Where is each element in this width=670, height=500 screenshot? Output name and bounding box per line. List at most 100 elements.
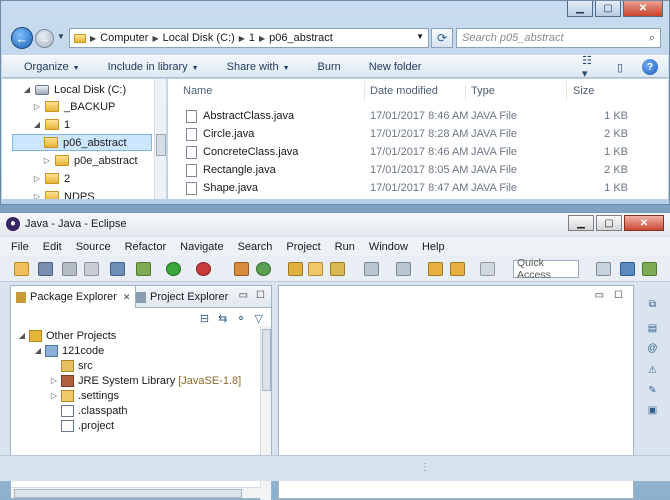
collapse-all-icon[interactable]: ⊟ bbox=[200, 312, 209, 325]
column-header-type[interactable]: Type bbox=[471, 85, 495, 97]
scrollbar-thumb[interactable] bbox=[156, 134, 166, 156]
minimize-button[interactable]: ▁ bbox=[568, 215, 594, 231]
menu-edit[interactable]: Edit bbox=[43, 241, 62, 253]
open-folder-icon[interactable] bbox=[308, 262, 323, 276]
maximize-button[interactable]: ▢ bbox=[595, 1, 621, 17]
tree-item-jre-system-library[interactable]: ▷ JRE System Library [JavaSE-1.8] bbox=[49, 373, 241, 388]
column-divider[interactable] bbox=[566, 81, 567, 101]
search-input[interactable]: Search p05_abstract ⌕ bbox=[456, 28, 661, 48]
forward-nav-icon[interactable] bbox=[480, 262, 495, 276]
print-icon[interactable] bbox=[84, 262, 99, 276]
file-row[interactable]: AbstractClass.java 17/01/2017 8:46 AM JA… bbox=[168, 107, 668, 125]
tab-package-explorer[interactable]: Package Explorer ✕ bbox=[11, 286, 137, 308]
tree-item-121code[interactable]: ◢ 121code bbox=[33, 343, 104, 358]
back-nav-icon[interactable] bbox=[450, 262, 465, 276]
address-dropdown-icon[interactable]: ▼ bbox=[416, 32, 424, 41]
tree-item-classpath[interactable]: .classpath bbox=[59, 403, 128, 418]
save-icon[interactable] bbox=[38, 262, 53, 276]
expand-arrow-icon[interactable]: ▷ bbox=[42, 156, 52, 165]
column-header-name[interactable]: Name bbox=[183, 85, 212, 97]
link-with-editor-icon[interactable]: ⇆ bbox=[218, 312, 227, 325]
navigation-scrollbar[interactable] bbox=[154, 79, 166, 199]
javadoc-icon[interactable]: ✎ bbox=[645, 383, 660, 397]
console-icon[interactable]: ▣ bbox=[645, 403, 660, 417]
external-tools-icon[interactable] bbox=[196, 262, 211, 276]
minimize-button[interactable]: ▁ bbox=[567, 1, 593, 17]
collapse-arrow-icon[interactable]: ◢ bbox=[33, 346, 43, 355]
expand-arrow-icon[interactable]: ▷ bbox=[32, 192, 42, 199]
search-tool-icon[interactable] bbox=[330, 262, 345, 276]
burn-button[interactable]: Burn bbox=[318, 61, 341, 73]
focus-icon[interactable]: ⚬ bbox=[236, 312, 245, 325]
breadcrumb-folder-1[interactable]: 1 bbox=[249, 32, 255, 44]
menu-run[interactable]: Run bbox=[335, 241, 355, 253]
menu-help[interactable]: Help bbox=[422, 241, 445, 253]
column-header-size[interactable]: Size bbox=[573, 85, 594, 97]
debug-perspective-icon[interactable] bbox=[642, 262, 657, 276]
new-icon[interactable] bbox=[14, 262, 29, 276]
menu-source[interactable]: Source bbox=[76, 241, 111, 253]
tree-item-other-projects[interactable]: ◢ Other Projects bbox=[17, 328, 116, 343]
expand-arrow-icon[interactable]: ▷ bbox=[32, 102, 42, 111]
menu-search[interactable]: Search bbox=[238, 241, 273, 253]
column-divider[interactable] bbox=[465, 81, 466, 101]
tree-item-settings[interactable]: ▷ .settings bbox=[49, 388, 119, 403]
maximize-view-icon[interactable]: ☐ bbox=[256, 290, 265, 301]
preview-pane-icon[interactable]: ▯ bbox=[612, 60, 628, 74]
breadcrumb-computer[interactable]: Computer bbox=[100, 32, 148, 44]
back-button[interactable]: ← bbox=[11, 27, 33, 49]
collapse-arrow-icon[interactable]: ◢ bbox=[22, 85, 32, 94]
open-perspective-icon[interactable] bbox=[596, 262, 611, 276]
scrollbar-thumb[interactable] bbox=[14, 489, 242, 498]
address-bar[interactable]: ▶ Computer ▶ Local Disk (C:) ▶ 1 ▶ p06_a… bbox=[69, 28, 429, 48]
maximize-editor-icon[interactable]: ☐ bbox=[614, 290, 623, 301]
run-icon[interactable] bbox=[166, 262, 181, 276]
include-in-library-button[interactable]: Include in library ▼ bbox=[108, 61, 199, 73]
new-java-package-icon[interactable] bbox=[234, 262, 249, 276]
last-edit-icon[interactable] bbox=[428, 262, 443, 276]
previous-annotation-icon[interactable] bbox=[396, 262, 411, 276]
outline-icon[interactable]: @ bbox=[645, 341, 660, 355]
tree-item-local-disk[interactable]: ◢ Local Disk (C:) bbox=[22, 81, 126, 98]
menu-navigate[interactable]: Navigate bbox=[180, 241, 223, 253]
recent-pages-dropdown[interactable]: ▼ bbox=[57, 32, 65, 41]
toggle-breadcrumb-icon[interactable] bbox=[110, 262, 125, 276]
new-folder-button[interactable]: New folder bbox=[369, 61, 422, 73]
horizontal-scrollbar[interactable] bbox=[11, 487, 261, 498]
expand-arrow-icon[interactable]: ▷ bbox=[49, 376, 59, 385]
java-perspective-icon[interactable] bbox=[620, 262, 635, 276]
view-menu-icon[interactable]: ▽ bbox=[255, 312, 263, 325]
column-header-date[interactable]: Date modified bbox=[370, 85, 438, 97]
expand-arrow-icon[interactable]: ▷ bbox=[49, 391, 59, 400]
quick-access-input[interactable]: Quick Access bbox=[513, 257, 579, 281]
close-tab-icon[interactable]: ✕ bbox=[123, 292, 131, 303]
save-all-icon[interactable] bbox=[62, 262, 77, 276]
breadcrumb-current-folder[interactable]: p06_abstract bbox=[269, 32, 333, 44]
close-button[interactable]: ✕ bbox=[624, 215, 664, 231]
minimize-editor-icon[interactable]: ▭ bbox=[595, 290, 604, 301]
minimize-view-icon[interactable]: ▭ bbox=[239, 290, 248, 301]
tree-item-project[interactable]: .project bbox=[59, 418, 114, 433]
close-button[interactable]: ✕ bbox=[623, 1, 663, 17]
next-annotation-icon[interactable] bbox=[364, 262, 379, 276]
file-row[interactable]: Shape.java 17/01/2017 8:47 AM JAVA File … bbox=[168, 179, 668, 197]
organize-button[interactable]: Organize ▼ bbox=[24, 61, 80, 73]
problems-icon[interactable]: ⚠ bbox=[645, 363, 660, 377]
tree-item-backup[interactable]: ▷ _BACKUP bbox=[32, 98, 115, 115]
tree-item-p0e-abstract[interactable]: ▷ p0e_abstract bbox=[42, 152, 138, 169]
share-with-button[interactable]: Share with ▼ bbox=[227, 61, 290, 73]
resize-grip-icon[interactable]: ⋮ bbox=[420, 462, 430, 473]
column-divider[interactable] bbox=[364, 81, 365, 101]
menu-project[interactable]: Project bbox=[286, 241, 320, 253]
tree-item-ndps[interactable]: ▷ NDPS bbox=[32, 188, 95, 199]
tree-item-folder-2[interactable]: ▷ 2 bbox=[32, 170, 70, 187]
file-row[interactable]: Rectangle.java 17/01/2017 8:05 AM JAVA F… bbox=[168, 161, 668, 179]
menu-refactor[interactable]: Refactor bbox=[125, 241, 167, 253]
task-list-icon[interactable]: ▤ bbox=[645, 321, 660, 335]
new-java-class-icon[interactable] bbox=[256, 262, 271, 276]
restore-icon[interactable]: ⧉ bbox=[645, 297, 660, 311]
menu-window[interactable]: Window bbox=[369, 241, 408, 253]
tab-project-explorer[interactable]: Project Explorer bbox=[131, 286, 233, 308]
scrollbar-thumb[interactable] bbox=[262, 329, 271, 391]
refresh-button[interactable]: ⟳ bbox=[431, 28, 453, 48]
